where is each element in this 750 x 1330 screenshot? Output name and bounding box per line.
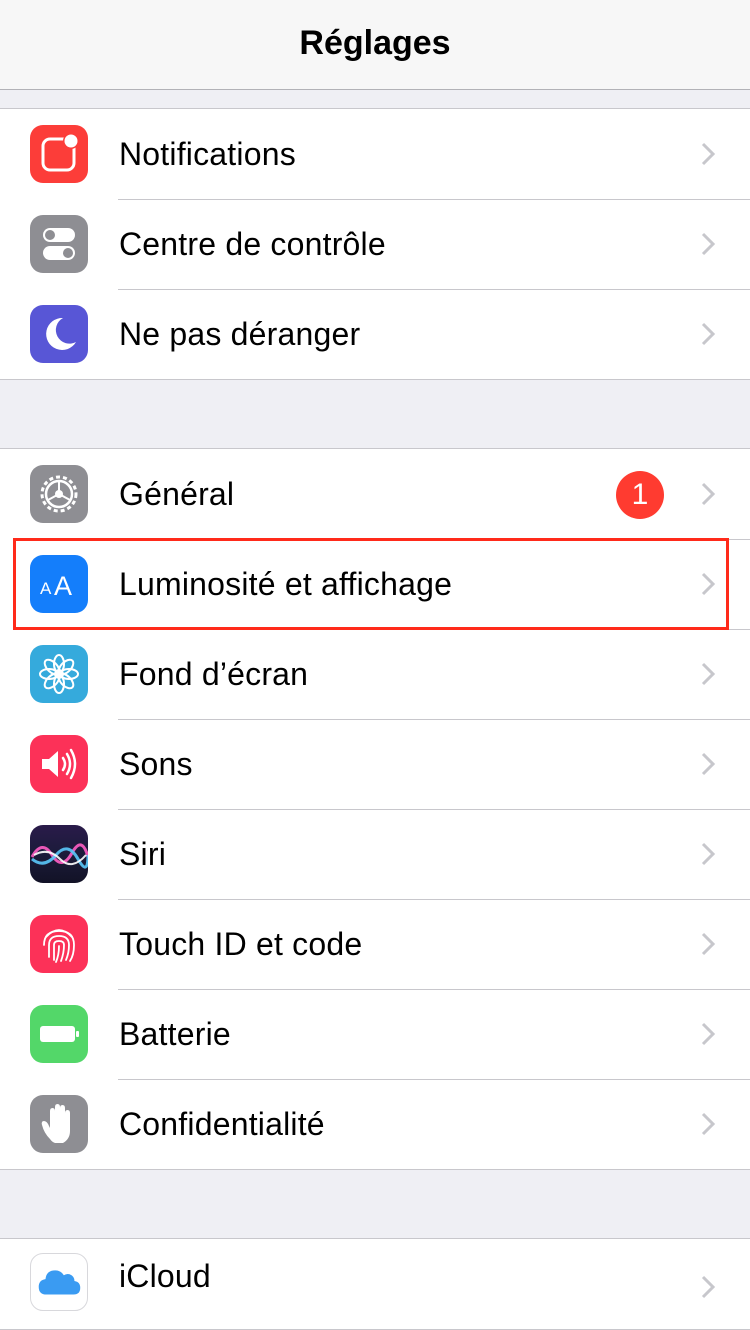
settings-group-1: Notifications Centre de contrôle Ne pas … [0, 108, 750, 380]
settings-row-general[interactable]: Général 1 [0, 449, 750, 539]
chevron-right-icon [701, 1022, 716, 1046]
settings-row-wallpaper[interactable]: Fond d’écran [0, 629, 750, 719]
chevron-right-icon [701, 1112, 716, 1136]
settings-row-touch-id[interactable]: Touch ID et code [0, 899, 750, 989]
flower-icon [30, 645, 88, 703]
settings-row-label: Notifications [119, 135, 296, 172]
battery-icon [30, 1005, 88, 1063]
svg-text:A: A [54, 571, 72, 601]
control-center-icon [30, 215, 88, 273]
settings-row-label: Confidentialité [119, 1105, 325, 1142]
gear-icon [30, 465, 88, 523]
settings-row-display-brightness[interactable]: A A Luminosité et affichage [0, 539, 750, 629]
chevron-right-icon [701, 142, 716, 166]
settings-row-control-center[interactable]: Centre de contrôle [0, 199, 750, 289]
fingerprint-icon [30, 915, 88, 973]
settings-row-label: Ne pas déranger [119, 315, 361, 352]
chevron-right-icon [701, 1275, 716, 1299]
moon-icon [30, 305, 88, 363]
settings-row-siri[interactable]: Siri [0, 809, 750, 899]
settings-row-label: Fond d’écran [119, 655, 309, 692]
siri-icon [30, 825, 88, 883]
chevron-right-icon [701, 232, 716, 256]
chevron-right-icon [701, 572, 716, 596]
chevron-right-icon [701, 752, 716, 776]
notification-badge: 1 [616, 471, 664, 519]
navigation-bar: Réglages [0, 0, 750, 90]
settings-row-sounds[interactable]: Sons [0, 719, 750, 809]
settings-row-label: Luminosité et affichage [119, 565, 453, 602]
settings-row-do-not-disturb[interactable]: Ne pas déranger [0, 289, 750, 379]
settings-row-notifications[interactable]: Notifications [0, 109, 750, 199]
settings-row-label: Centre de contrôle [119, 225, 386, 262]
hand-icon [30, 1095, 88, 1153]
svg-text:A: A [40, 579, 52, 598]
settings-row-label: iCloud [119, 1257, 211, 1294]
settings-group-2: Général 1 A A Luminosité et affichage Fo… [0, 448, 750, 1170]
settings-row-label: Batterie [119, 1015, 231, 1052]
speaker-icon [30, 735, 88, 793]
chevron-right-icon [701, 842, 716, 866]
settings-row-icloud[interactable]: iCloud [0, 1239, 750, 1329]
chevron-right-icon [701, 322, 716, 346]
settings-row-label: Siri [119, 835, 167, 872]
settings-row-label: Sons [119, 745, 193, 782]
text-size-icon: A A [30, 555, 88, 613]
settings-row-label: Général [119, 475, 235, 512]
chevron-right-icon [701, 482, 716, 506]
settings-row-label: Touch ID et code [119, 925, 363, 962]
settings-group-3: iCloud [0, 1238, 750, 1330]
icloud-icon [30, 1253, 88, 1311]
page-title: Réglages [299, 24, 451, 62]
chevron-right-icon [701, 932, 716, 956]
settings-row-privacy[interactable]: Confidentialité [0, 1079, 750, 1169]
settings-row-battery[interactable]: Batterie [0, 989, 750, 1079]
notifications-icon [30, 125, 88, 183]
chevron-right-icon [701, 662, 716, 686]
